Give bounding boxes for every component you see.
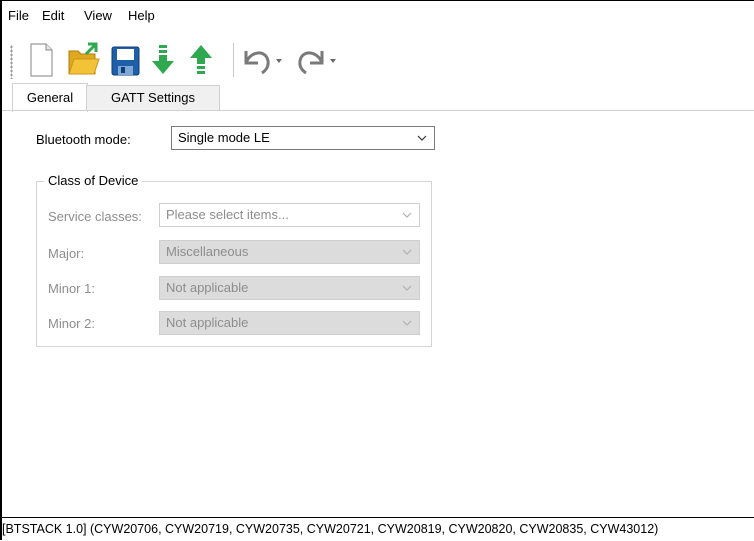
toolbar-separator — [233, 43, 234, 77]
import-icon[interactable] — [146, 41, 180, 79]
minor2-value: Not applicable — [166, 315, 249, 330]
menu-edit[interactable]: Edit — [42, 8, 64, 23]
chevron-down-icon — [417, 135, 427, 141]
save-icon[interactable] — [108, 41, 142, 79]
menu-bar: File Edit View Help — [2, 1, 754, 29]
minor2-select[interactable]: Not applicable — [159, 311, 420, 335]
open-folder-icon[interactable] — [66, 41, 100, 79]
service-classes-label: Service classes: — [48, 209, 142, 224]
bluetooth-mode-select[interactable]: Single mode LE — [171, 126, 435, 150]
tab-general-label: General — [26, 90, 74, 105]
chevron-down-icon — [402, 285, 412, 291]
window-left-border — [0, 0, 2, 540]
toolbar — [2, 31, 754, 81]
redo-icon[interactable] — [292, 41, 338, 79]
major-label: Major: — [48, 246, 85, 261]
service-classes-value: Please select items... — [166, 207, 289, 222]
minor2-label: Minor 2: — [48, 316, 95, 331]
menu-help[interactable]: Help — [128, 8, 155, 23]
export-icon[interactable] — [184, 41, 218, 79]
tab-strip: General GATT Settings — [2, 83, 754, 112]
tab-general[interactable]: General — [12, 83, 88, 112]
status-text: [BTSTACK 1.0] (CYW20706, CYW20719, CYW20… — [2, 522, 659, 536]
major-select[interactable]: Miscellaneous — [159, 240, 420, 264]
tab-divider — [2, 110, 754, 111]
chevron-down-icon — [402, 320, 412, 326]
minor1-label: Minor 1: — [48, 281, 95, 296]
minor1-select[interactable]: Not applicable — [159, 276, 420, 300]
bluetooth-mode-label: Bluetooth mode: — [36, 132, 131, 147]
minor1-value: Not applicable — [166, 280, 249, 295]
status-bar: [BTSTACK 1.0] (CYW20706, CYW20719, CYW20… — [2, 517, 754, 541]
tab-gatt-settings-label: GATT Settings — [110, 90, 196, 105]
menu-file[interactable]: File — [8, 8, 29, 23]
tab-gatt-settings[interactable]: GATT Settings — [86, 85, 220, 111]
service-classes-select[interactable]: Please select items... — [159, 203, 420, 227]
menu-view[interactable]: View — [84, 8, 112, 23]
chevron-down-icon — [402, 249, 412, 255]
class-of-device-title: Class of Device — [44, 173, 143, 188]
undo-icon[interactable] — [238, 41, 284, 79]
chevron-down-icon — [402, 212, 412, 218]
major-value: Miscellaneous — [166, 244, 249, 259]
toolbar-grip[interactable] — [10, 45, 13, 79]
new-file-icon[interactable] — [24, 41, 58, 79]
bluetooth-mode-value: Single mode LE — [178, 130, 270, 145]
